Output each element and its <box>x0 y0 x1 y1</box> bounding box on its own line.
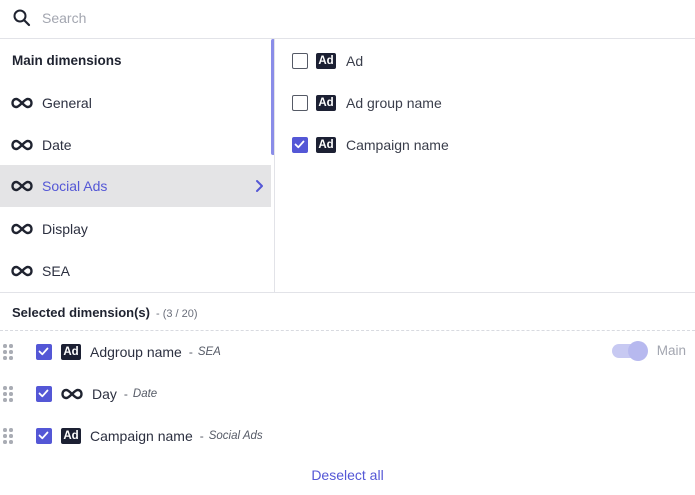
infinity-icon <box>11 97 33 109</box>
selected-checkbox[interactable] <box>36 428 52 444</box>
main-toggle-label: Main <box>656 343 686 358</box>
search-icon <box>13 9 31 27</box>
infinity-icon <box>11 265 33 277</box>
option-checkbox[interactable] <box>292 137 308 153</box>
drag-handle-icon[interactable] <box>3 344 13 360</box>
toggle-switch[interactable] <box>611 340 648 361</box>
checkmark-icon <box>38 347 49 356</box>
selected-checkbox[interactable] <box>36 344 52 360</box>
infinity-icon <box>11 180 33 192</box>
category-label: SEA <box>42 263 71 279</box>
category-item-display[interactable]: Display <box>0 208 271 250</box>
selected-row: Ad Adgroup name - SEA Main <box>0 337 695 367</box>
option-checkbox[interactable] <box>292 95 308 111</box>
separator: - <box>123 387 128 401</box>
category-heading: Main dimensions <box>12 53 122 68</box>
checkmark-icon <box>38 431 49 440</box>
toggle-knob <box>627 340 648 361</box>
drag-handle-icon[interactable] <box>3 428 13 444</box>
divider <box>0 330 695 331</box>
infinity-icon <box>11 139 33 151</box>
selected-category: Social Ads <box>208 430 263 442</box>
category-item-date[interactable]: Date <box>0 124 271 166</box>
checkmark-icon <box>294 140 305 149</box>
category-label: Date <box>42 137 72 153</box>
category-list: Main dimensions General Date Social Ads … <box>0 39 275 292</box>
deselect-all-link[interactable]: Deselect all <box>0 467 695 483</box>
dimension-options: Ad Ad Ad Ad group name Ad Campaign name <box>276 39 695 292</box>
selected-count: - (3 / 20) <box>155 308 198 320</box>
drag-handle-icon[interactable] <box>3 386 13 402</box>
selected-dimensions: Selected dimension(s) - (3 / 20) Ad Adgr… <box>0 292 695 495</box>
selected-row: Ad Campaign name - Social Ads <box>0 421 695 451</box>
search-input[interactable] <box>42 6 642 30</box>
main-toggle[interactable]: Main <box>611 340 686 361</box>
category-item-general[interactable]: General <box>0 82 271 124</box>
category-item-social-ads[interactable]: Social Ads <box>0 165 271 207</box>
selected-label: Campaign name <box>90 428 193 444</box>
selected-label: Day <box>92 386 117 402</box>
option-campaign-name[interactable]: Ad Campaign name <box>276 130 695 160</box>
category-label: Social Ads <box>42 178 108 194</box>
ad-icon: Ad <box>316 137 336 153</box>
infinity-icon <box>61 388 83 400</box>
search-bar <box>0 0 695 39</box>
chevron-right-icon <box>256 180 263 192</box>
category-label: General <box>42 95 92 111</box>
option-label: Campaign name <box>346 137 449 153</box>
option-ad-group-name[interactable]: Ad Ad group name <box>276 88 695 118</box>
category-scrollbar[interactable] <box>271 39 274 155</box>
selected-category: SEA <box>197 346 221 358</box>
selected-label: Adgroup name <box>90 344 182 360</box>
separator: - <box>188 345 193 359</box>
option-label: Ad <box>346 53 364 69</box>
selected-checkbox[interactable] <box>36 386 52 402</box>
option-checkbox[interactable] <box>292 53 308 69</box>
option-label: Ad group name <box>346 95 442 111</box>
option-ad[interactable]: Ad Ad <box>276 46 695 76</box>
category-item-sea[interactable]: SEA <box>0 250 271 292</box>
ad-icon: Ad <box>316 53 336 69</box>
ad-icon: Ad <box>61 428 81 444</box>
selected-category: Date <box>132 388 158 400</box>
ad-icon: Ad <box>316 95 336 111</box>
selected-row: Day - Date <box>0 379 695 409</box>
selected-title: Selected dimension(s) <box>12 305 150 320</box>
ad-icon: Ad <box>61 344 81 360</box>
category-label: Display <box>42 221 88 237</box>
separator: - <box>199 429 204 443</box>
selected-header: Selected dimension(s) - (3 / 20) <box>12 305 198 320</box>
checkmark-icon <box>38 389 49 398</box>
infinity-icon <box>11 223 33 235</box>
